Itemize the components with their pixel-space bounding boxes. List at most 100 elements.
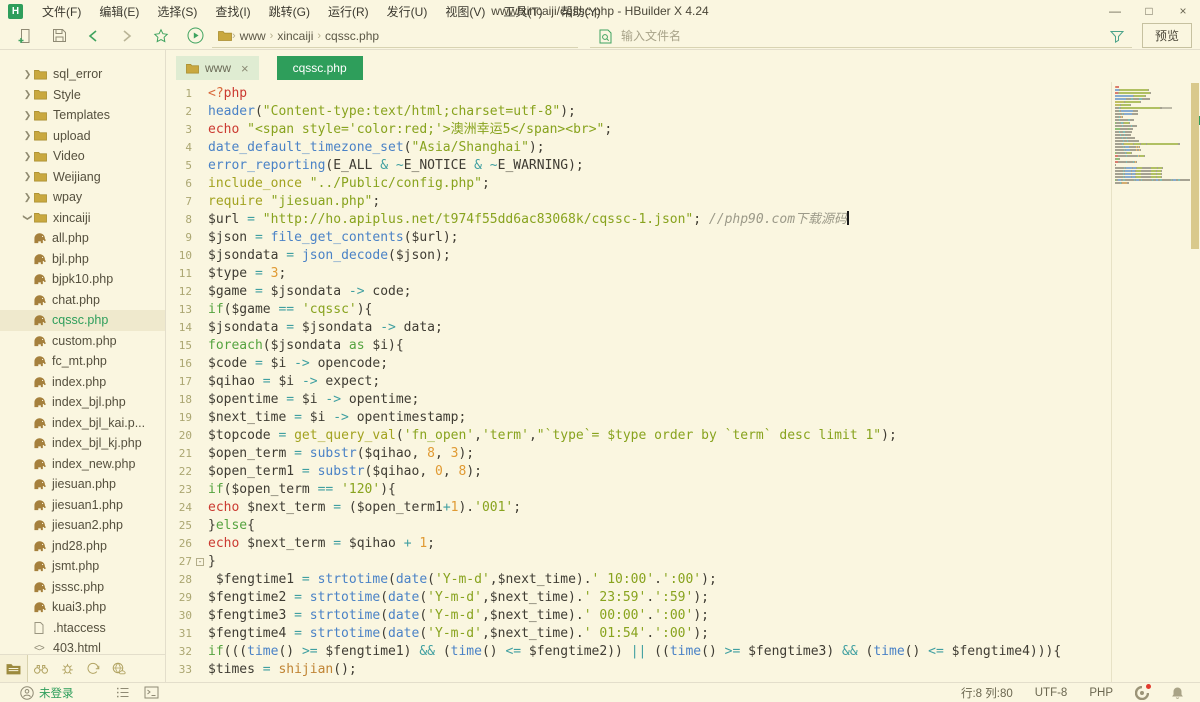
code-text[interactable]: $fengtime2 = strtotime(date('Y-m-d',$nex…	[208, 589, 709, 607]
code-text[interactable]: error_reporting(E_ALL & ~E_NOTICE & ~E_W…	[208, 157, 584, 175]
tree-item-index-bjl-kai-p[interactable]: ❯index_bjl_kai.p...	[0, 413, 165, 434]
scrollbar-handle[interactable]	[1191, 83, 1199, 249]
code-line-9[interactable]: 9$json = file_get_contents($url);	[166, 229, 1200, 247]
tree-item-index-bjl-kj-php[interactable]: ❯index_bjl_kj.php	[0, 433, 165, 454]
code-text[interactable]: $code = $i -> opencode;	[208, 355, 388, 373]
code-line-27[interactable]: 27-}	[166, 553, 1200, 571]
code-text[interactable]: $fengtime3 = strtotime(date('Y-m-d',$nex…	[208, 607, 709, 625]
tab-www[interactable]: www×	[176, 56, 259, 80]
tree-item-jsssc-php[interactable]: ❯jsssc.php	[0, 577, 165, 598]
breadcrumb-item-www[interactable]: www	[236, 29, 270, 43]
update-icon[interactable]	[1135, 686, 1149, 700]
menu-y[interactable]: 帮助(Y)	[552, 3, 610, 20]
navigate-back-button[interactable]	[76, 24, 110, 48]
vertical-scrollbar[interactable]	[1191, 82, 1200, 682]
code-text[interactable]: echo $next_term = $qihao + 1;	[208, 535, 435, 553]
new-file-button[interactable]	[8, 24, 42, 48]
code-line-23[interactable]: 23if($open_term == '120'){	[166, 481, 1200, 499]
code-text[interactable]: $url = "http://ho.apiplus.net/t974f55dd6…	[208, 211, 849, 229]
code-line-25[interactable]: 25}else{	[166, 517, 1200, 535]
code-text[interactable]: $open_term1 = substr($qihao, 0, 8);	[208, 463, 482, 481]
code-line-10[interactable]: 10$jsondata = json_decode($json);	[166, 247, 1200, 265]
code-text[interactable]: foreach($jsondata as $i){	[208, 337, 404, 355]
code-line-6[interactable]: 6include_once "../Public/config.php";	[166, 175, 1200, 193]
collapse-icon[interactable]: -	[196, 558, 204, 566]
tree-item-upload[interactable]: ❯upload	[0, 126, 165, 147]
minimize-button[interactable]: —	[1098, 4, 1132, 18]
code-text[interactable]: $jsondata = $jsondata -> data;	[208, 319, 443, 337]
code-text[interactable]: $opentime = $i -> opentime;	[208, 391, 419, 409]
preview-button[interactable]: 预览	[1142, 23, 1192, 48]
code-line-22[interactable]: 22$open_term1 = substr($qihao, 0, 8);	[166, 463, 1200, 481]
tree-item-jiesuan1-php[interactable]: ❯jiesuan1.php	[0, 495, 165, 516]
tree-item-bjpk10-php[interactable]: ❯bjpk10.php	[0, 269, 165, 290]
close-icon[interactable]: ×	[241, 61, 249, 76]
tab-cqssc-php[interactable]: cqssc.php	[277, 56, 363, 80]
tree-item-jsmt-php[interactable]: ❯jsmt.php	[0, 556, 165, 577]
code-text[interactable]: if($open_term == '120'){	[208, 481, 396, 499]
tree-item-wpay[interactable]: ❯wpay	[0, 187, 165, 208]
tree-item-cqssc-php[interactable]: ❯cqssc.php	[0, 310, 165, 331]
tree-item-templates[interactable]: ❯Templates	[0, 105, 165, 126]
menu-e[interactable]: 编辑(E)	[90, 3, 148, 20]
code-text[interactable]: echo "<span style='color:red;'>澳洲幸运5</sp…	[208, 121, 612, 139]
code-line-19[interactable]: 19$next_time = $i -> opentimestamp;	[166, 409, 1200, 427]
menu-s[interactable]: 选择(S)	[148, 3, 206, 20]
menu-f[interactable]: 文件(F)	[33, 3, 90, 20]
code-text[interactable]: $topcode = get_query_val('fn_open','term…	[208, 427, 897, 445]
encoding-indicator[interactable]: UTF-8	[1035, 687, 1068, 699]
tree-item-custom-php[interactable]: ❯custom.php	[0, 331, 165, 352]
code-line-24[interactable]: 24echo $next_term = ($open_term1+1).'001…	[166, 499, 1200, 517]
code-line-15[interactable]: 15foreach($jsondata as $i){	[166, 337, 1200, 355]
code-text[interactable]: include_once "../Public/config.php";	[208, 175, 490, 193]
bell-icon[interactable]	[1171, 686, 1184, 700]
code-text[interactable]: if($game == 'cqssc'){	[208, 301, 372, 319]
code-text[interactable]: $json = file_get_contents($url);	[208, 229, 458, 247]
tree-item-index-new-php[interactable]: ❯index_new.php	[0, 454, 165, 475]
menu-i[interactable]: 查找(I)	[206, 3, 259, 20]
code-line-14[interactable]: 14$jsondata = $jsondata -> data;	[166, 319, 1200, 337]
code-viewport[interactable]: 1<?php2header("Content-type:text/html;ch…	[166, 82, 1200, 682]
tree-item-403-html[interactable]: ❯<>403.html	[0, 638, 165, 654]
code-text[interactable]: echo $next_term = ($open_term1+1).'001';	[208, 499, 521, 517]
code-line-18[interactable]: 18$opentime = $i -> opentime;	[166, 391, 1200, 409]
tree-item-sql-error[interactable]: ❯sql_error	[0, 64, 165, 85]
tree-item-jnd28-php[interactable]: ❯jnd28.php	[0, 536, 165, 557]
code-text[interactable]: $times = shijian();	[208, 661, 357, 679]
tree-item-index-php[interactable]: ❯index.php	[0, 372, 165, 393]
terminal-icon[interactable]	[144, 686, 159, 699]
menu-u[interactable]: 发行(U)	[378, 3, 437, 20]
tree-item-style[interactable]: ❯Style	[0, 85, 165, 106]
file-search-input[interactable]	[619, 28, 1110, 44]
code-text[interactable]: }else{	[208, 517, 255, 535]
code-text[interactable]: date_default_timezone_set("Asia/Shanghai…	[208, 139, 545, 157]
tree-item-jiesuan-php[interactable]: ❯jiesuan.php	[0, 474, 165, 495]
tree-item-index-bjl-php[interactable]: ❯index_bjl.php	[0, 392, 165, 413]
save-button[interactable]	[42, 24, 76, 48]
code-line-13[interactable]: 13if($game == 'cqssc'){	[166, 301, 1200, 319]
tree-item-xincaiji[interactable]: ❯xincaiji	[0, 208, 165, 229]
code-text[interactable]: $fengtime4 = strtotime(date('Y-m-d',$nex…	[208, 625, 709, 643]
code-line-3[interactable]: 3echo "<span style='color:red;'>澳洲幸运5</s…	[166, 121, 1200, 139]
breadcrumb-item-cqssc-php[interactable]: cqssc.php	[321, 29, 383, 43]
code-line-4[interactable]: 4date_default_timezone_set("Asia/Shangha…	[166, 139, 1200, 157]
code-line-28[interactable]: 28 $fengtime1 = strtotime(date('Y-m-d',$…	[166, 571, 1200, 589]
tree-item-bjl-php[interactable]: ❯bjl.php	[0, 249, 165, 270]
code-text[interactable]: $open_term = substr($qihao, 8, 3);	[208, 445, 474, 463]
breadcrumb-item-xincaiji[interactable]: xincaiji	[273, 29, 317, 43]
code-line-20[interactable]: 20$topcode = get_query_val('fn_open','te…	[166, 427, 1200, 445]
code-text[interactable]: require "jiesuan.php";	[208, 193, 380, 211]
code-line-17[interactable]: 17$qihao = $i -> expect;	[166, 373, 1200, 391]
minimap-zone[interactable]	[1111, 82, 1191, 682]
tree-item-jiesuan2-php[interactable]: ❯jiesuan2.php	[0, 515, 165, 536]
tree-item-fc-mt-php[interactable]: ❯fc_mt.php	[0, 351, 165, 372]
tree-item-chat-php[interactable]: ❯chat.php	[0, 290, 165, 311]
code-line-2[interactable]: 2header("Content-type:text/html;charset=…	[166, 103, 1200, 121]
sidebar-tab-sync[interactable]	[80, 655, 106, 682]
code-text[interactable]: <?php	[208, 85, 247, 103]
code-text[interactable]: if(((time() >= $fengtime1) && (time() <=…	[208, 643, 1061, 661]
code-line-33[interactable]: 33$times = shijian();	[166, 661, 1200, 679]
code-text[interactable]: header("Content-type:text/html;charset=u…	[208, 103, 576, 121]
code-line-11[interactable]: 11$type = 3;	[166, 265, 1200, 283]
tree-item-all-php[interactable]: ❯all.php	[0, 228, 165, 249]
